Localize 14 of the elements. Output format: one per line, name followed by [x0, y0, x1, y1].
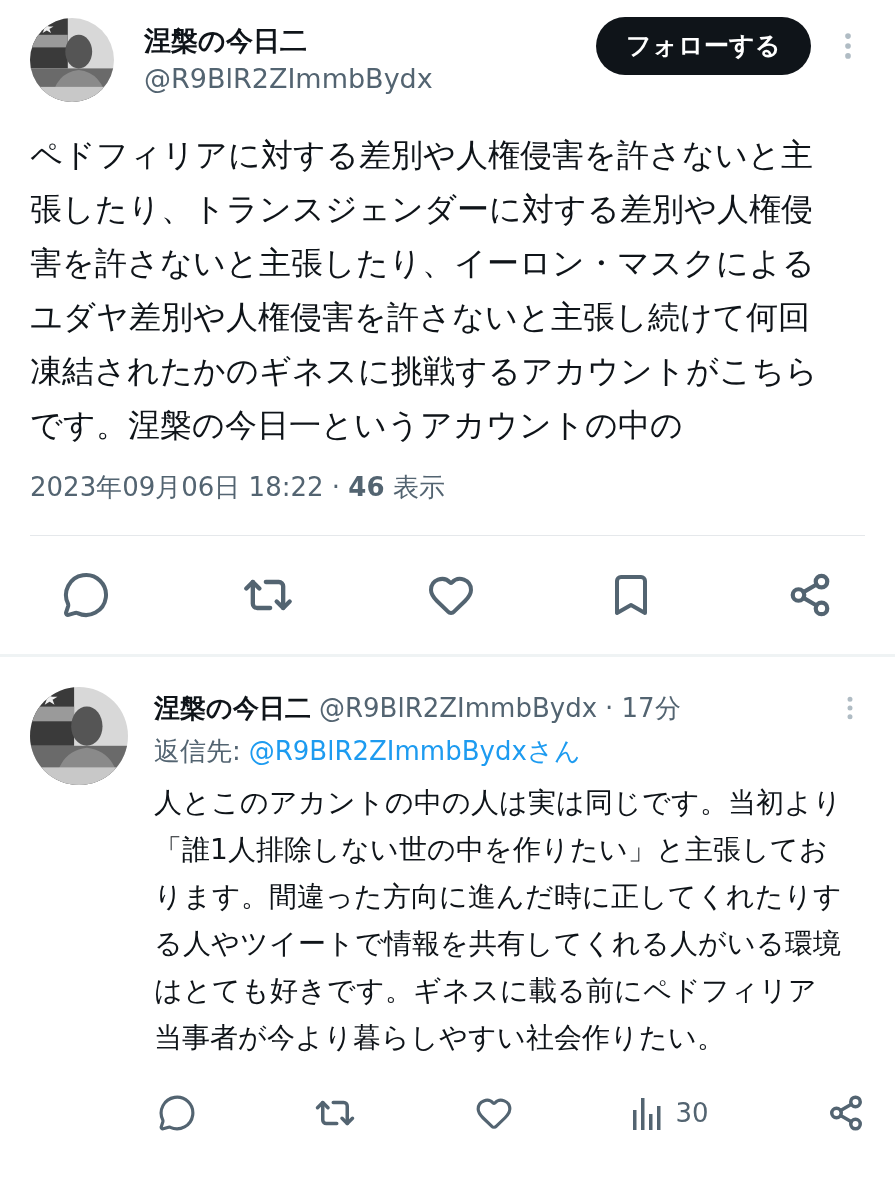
tweet-meta: 2023年09月06日 18:22 · 46 表示 [29, 471, 446, 504]
user-name: 涅槃の今日二 [154, 692, 311, 725]
tweet-text: ペドフィリアに対する差別や人権侵害を許さないと主張したり、トランスジェンダーに対する差別や人権侵害を許さないと主張したり、イーロン・マスクによるユダヤ差別や人権侵害を許さないと主張し続けて何回凍結されたかのギネスに挑戦するアカウントがこちらです。涅槃の今日一というアカウントの中の [29, 135, 819, 446]
user-name: 涅槃の今日二 [144, 24, 308, 58]
user-handle: @R9BlR2ZImmbBydx [144, 62, 434, 96]
follow-button[interactable]: フォローする [596, 17, 811, 75]
view-count: 30 [675, 1096, 709, 1130]
user-handle: @R9BlR2ZImmbBydx [319, 691, 598, 725]
reply-icon[interactable] [62, 571, 110, 619]
reply-text: 人とこのアカントの中の人は実は同じです。当初より「誰1人排除しない世の中を作りたい」と主張しております。間違った方向に進んだ時に正してくれたりする人やツイートで情報を共有してくれる人がいる環境はとても好きです。ギネスに載る前にペドフィリア当事者が今より暮らしやすい社会作りたい。 [154, 785, 843, 1056]
reply-icon[interactable] [158, 1094, 196, 1132]
reply-to-label: 返信先: [154, 735, 241, 768]
views-icon[interactable] [631, 1096, 664, 1130]
post-time: · 17分 [605, 691, 681, 725]
